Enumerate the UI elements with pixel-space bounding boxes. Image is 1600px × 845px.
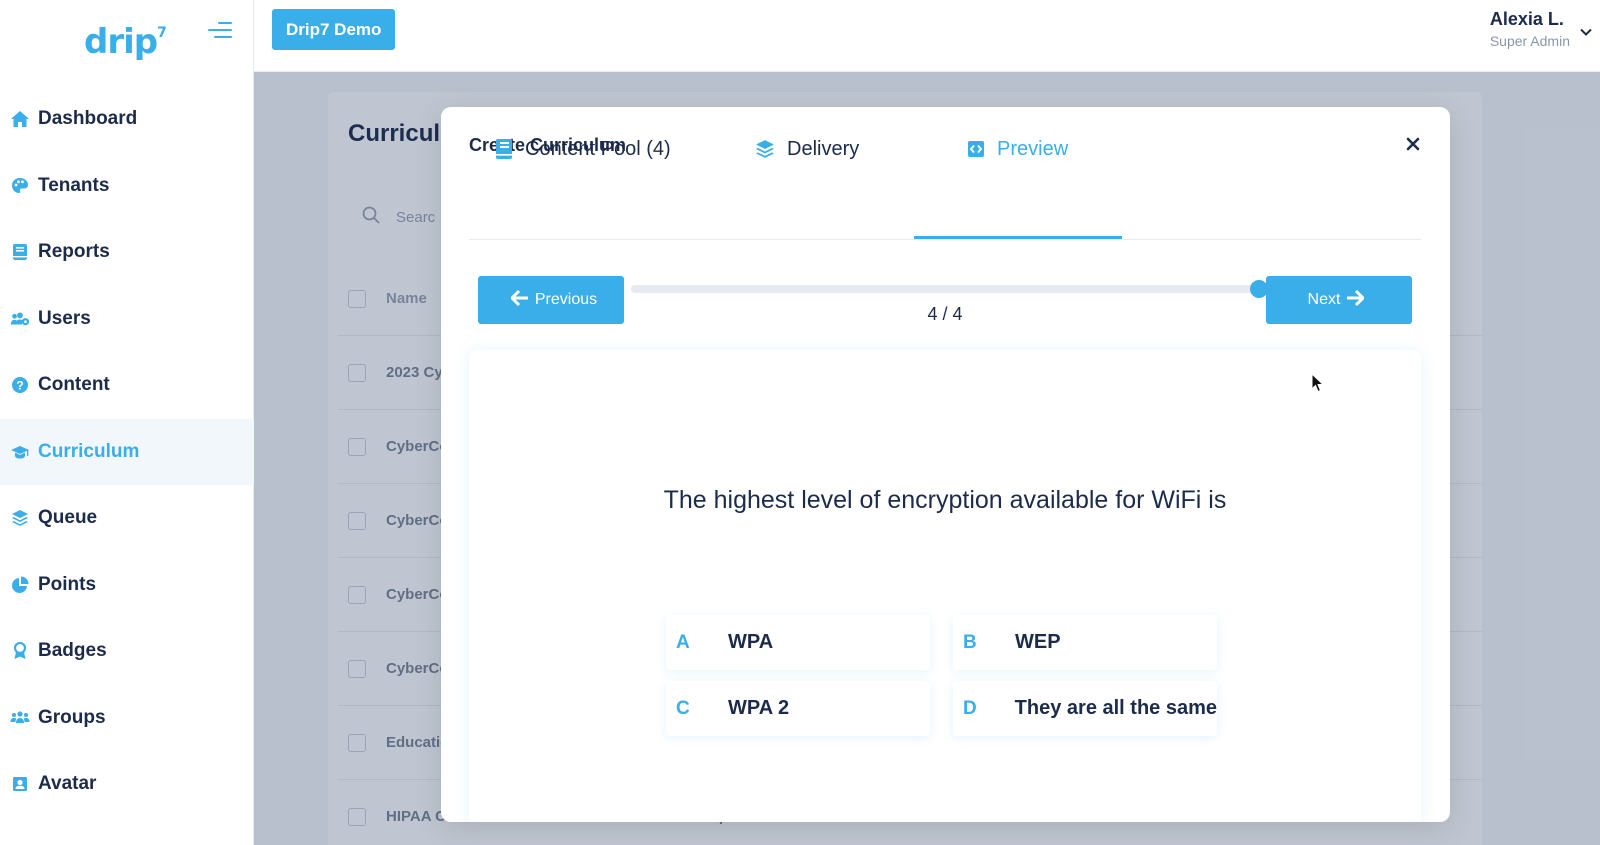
tab-label: Delivery (787, 137, 860, 160)
layers-icon (10, 508, 30, 528)
code-icon (967, 140, 985, 158)
sidebar-item-content[interactable]: ? Content (0, 352, 254, 419)
next-label: Next (1307, 291, 1341, 308)
question-progress-slider[interactable] (631, 279, 1268, 299)
sidebar-item-label: Users (38, 307, 91, 329)
answer-text: They are all the same (1014, 697, 1217, 719)
tenant-switcher-button[interactable]: Drip7 Demo (272, 9, 396, 50)
sidebar-item-groups[interactable]: Groups (0, 685, 254, 752)
sidebar-item-points[interactable]: Points (0, 552, 254, 619)
tab-delivery[interactable]: Delivery (755, 119, 859, 179)
tab-preview[interactable]: Preview (967, 119, 1068, 179)
sidebar-item-users[interactable]: Users (0, 286, 254, 353)
user-role: Super Admin (1489, 33, 1570, 49)
answer-text: WPA (728, 631, 774, 653)
answer-letter: A (676, 631, 690, 653)
sidebar-item-label: Dashboard (38, 108, 138, 130)
question-counter: 4 / 4 (927, 304, 963, 324)
user-menu[interactable]: Alexia L. Super Admin (1489, 9, 1592, 49)
answer-letter: B (963, 631, 977, 653)
sidebar-item-label: Tenants (38, 174, 110, 196)
palette-icon (10, 176, 30, 196)
answer-option-b[interactable]: B WEP (953, 615, 1217, 670)
sidebar-item-tenants[interactable]: Tenants (0, 153, 254, 220)
tab-label: Preview (997, 137, 1069, 160)
users-cog-icon (10, 309, 30, 329)
sidebar-item-label: Groups (38, 706, 106, 728)
sidebar-item-badges[interactable]: Badges (0, 618, 254, 685)
sidebar-item-label: Avatar (38, 773, 97, 795)
tabs-divider (469, 239, 1421, 240)
sidebar-item-label: Badges (38, 640, 107, 662)
tab-label: Content Pool (4) (525, 137, 671, 160)
menu-toggle-icon[interactable] (208, 22, 232, 40)
close-icon[interactable] (1402, 133, 1424, 155)
sidebar-item-label: Content (38, 374, 110, 396)
sidebar-item-label: Curriculum (38, 440, 140, 462)
answer-option-d[interactable]: D They are all the same (953, 681, 1217, 736)
sidebar-item-queue[interactable]: Queue (0, 485, 254, 552)
pie-chart-icon (10, 575, 30, 595)
active-tab-indicator (914, 236, 1122, 239)
question-circle-icon: ? (10, 375, 30, 395)
next-button[interactable]: Next (1266, 276, 1412, 324)
previous-button[interactable]: Previous (478, 276, 624, 324)
sidebar-item-reports[interactable]: Reports (0, 219, 254, 286)
book-icon (495, 138, 513, 160)
arrow-left-icon (505, 289, 535, 311)
answer-option-c[interactable]: C WPA 2 (666, 681, 930, 736)
layers-icon (755, 139, 775, 159)
create-curriculum-modal: Create Curriculum Content Pool (4) Deliv… (441, 107, 1450, 822)
sidebar: drip7 Dashboard Tenants Reports Users ? … (0, 0, 254, 845)
tab-content-pool[interactable]: Content Pool (4) (495, 119, 671, 179)
sidebar-item-label: Queue (38, 507, 98, 529)
sidebar-nav: Dashboard Tenants Reports Users ? Conten… (0, 86, 254, 818)
mouse-pointer-icon (1311, 372, 1325, 398)
graduation-cap-icon (10, 442, 30, 462)
question-text: The highest level of encryption availabl… (663, 486, 1227, 514)
sidebar-item-dashboard[interactable]: Dashboard (0, 86, 254, 153)
arrow-right-icon (1340, 289, 1370, 311)
svg-text:?: ? (16, 379, 23, 393)
answer-text: WPA 2 (728, 697, 790, 719)
slider-fill (631, 285, 1259, 293)
answer-letter: D (963, 697, 977, 719)
question-preview-card: The highest level of encryption availabl… (469, 350, 1421, 822)
answer-text: WEP (1015, 631, 1061, 653)
book-icon (10, 242, 30, 262)
sidebar-item-label: Points (38, 573, 97, 595)
answer-option-a[interactable]: A WPA (666, 615, 930, 670)
sidebar-item-avatar[interactable]: Avatar (0, 751, 254, 818)
chevron-down-icon[interactable] (1580, 23, 1592, 41)
award-icon (10, 641, 30, 661)
sidebar-item-label: Reports (38, 241, 110, 263)
home-icon (10, 109, 30, 129)
sidebar-item-curriculum[interactable]: Curriculum (0, 418, 254, 485)
previous-label: Previous (534, 291, 598, 308)
user-group-icon (10, 708, 30, 728)
portrait-icon (10, 774, 30, 794)
drip7-logo[interactable]: drip7 (84, 22, 167, 62)
top-bar: Drip7 Demo Alexia L. Super Admin (254, 0, 1600, 72)
answer-letter: C (676, 697, 690, 719)
user-name: Alexia L. (1489, 9, 1564, 29)
